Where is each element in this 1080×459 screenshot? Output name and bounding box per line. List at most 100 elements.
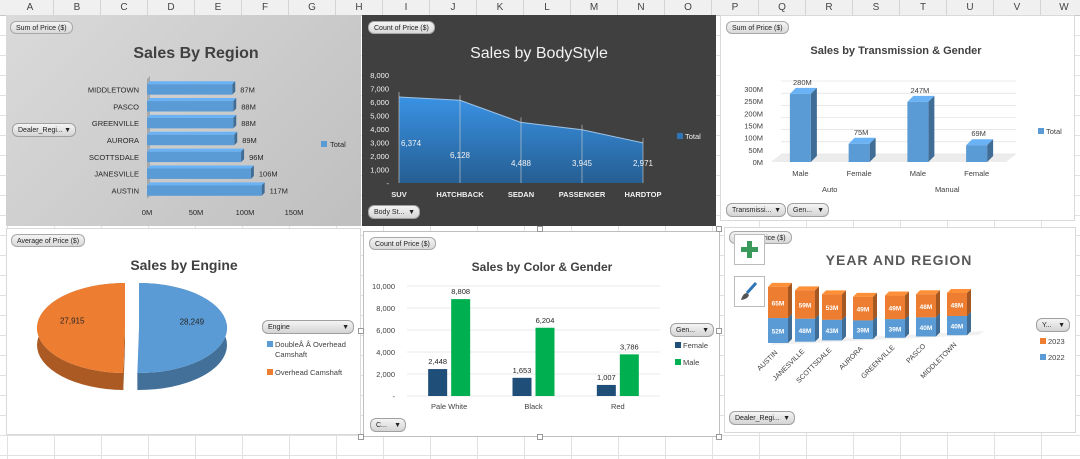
column-letter-V[interactable]: V	[994, 0, 1041, 15]
legend-label: DoubleÂ Â Overhead	[275, 340, 346, 349]
y-tick-label: 2,000	[376, 370, 395, 379]
x-tick-label: 150M	[285, 208, 304, 217]
x-tick-label: Red	[611, 402, 625, 411]
x-tick-label: Female	[847, 169, 872, 178]
group-label: Auto	[822, 185, 837, 194]
chart-title: Sales By Region	[133, 45, 258, 62]
x-tick-label: Black	[524, 402, 543, 411]
x-tick-label: SEDAN	[508, 190, 534, 199]
bar-male-1	[535, 327, 555, 396]
column-letter-R[interactable]: R	[806, 0, 853, 15]
group-label: Manual	[935, 185, 960, 194]
bar-0-side	[810, 87, 817, 162]
brush-icon	[741, 281, 758, 300]
legend-swatch	[1040, 354, 1046, 360]
column-letter-D[interactable]: D	[148, 0, 195, 15]
data-label: 28,249	[180, 317, 205, 326]
x-tick-label: HARDTOP	[625, 190, 662, 199]
x-tick-label: AURORA	[838, 345, 864, 371]
x-tick-label: Pale White	[431, 402, 467, 411]
bar-2023-3-side	[873, 292, 877, 321]
data-label-2023: 65M	[772, 300, 785, 307]
y-tick-label: 100M	[744, 134, 763, 143]
column-letter-S[interactable]: S	[853, 0, 900, 15]
column-letter-I[interactable]: I	[383, 0, 430, 15]
bar-2023-6-top	[947, 288, 971, 293]
data-label: 106M	[259, 170, 278, 179]
year-region-chart-plot: YEAR AND REGION52M65MAUSTIN48M59MJANESVI…	[756, 252, 1065, 385]
bar-female-1	[512, 377, 532, 396]
column-letter-K[interactable]: K	[477, 0, 524, 15]
column-letter-Q[interactable]: Q	[759, 0, 806, 15]
y-tick-label: 250M	[744, 97, 763, 106]
legend-label: Overhead Camshaft	[275, 368, 343, 377]
column-letter-W[interactable]: W	[1041, 0, 1080, 15]
bar-2022-1-side	[815, 314, 819, 342]
sales-by-region-chart[interactable]: Sum of Price ($) Dealer_Regi... ▼ Sales B…	[6, 15, 361, 226]
column-letter-P[interactable]: P	[712, 0, 759, 15]
column-letter-M[interactable]: M	[571, 0, 618, 15]
category-label: SCOTTSDALE	[89, 153, 139, 162]
x-tick-label: HATCHBACK	[436, 190, 484, 199]
column-letter-G[interactable]: G	[289, 0, 336, 15]
y-tick-label: 5,000	[370, 112, 389, 121]
x-tick-label: 0M	[142, 208, 152, 217]
resize-handle[interactable]	[358, 328, 364, 334]
chart-elements-button[interactable]	[734, 234, 765, 265]
legend-label: Female	[683, 341, 708, 350]
sales-by-color-gender-chart[interactable]: Count of Price ($) C... ▼ Gen... ▼ Sales b…	[363, 231, 720, 437]
sales-by-transmission-gender-chart[interactable]: Sum of Price ($) Transmissi... ▼ Gen... ▼ …	[720, 15, 1075, 221]
resize-handle[interactable]	[716, 226, 722, 232]
y-tick-label: 4,000	[370, 125, 389, 134]
bar-2023-2-side	[842, 290, 846, 320]
resize-handle[interactable]	[537, 226, 543, 232]
bar-2-side	[928, 95, 935, 162]
x-tick-label: GREENVILLE	[860, 344, 896, 380]
bar-2	[907, 101, 929, 162]
column-letter-N[interactable]: N	[618, 0, 665, 15]
resize-handle[interactable]	[537, 434, 543, 440]
legend-label: Male	[683, 358, 699, 367]
bar-female-2	[596, 384, 616, 396]
column-letter-J[interactable]: J	[430, 0, 477, 15]
region-chart-plot: Sales By Region MIDDLETOWN 87M PASCO 88M GREE…	[88, 45, 346, 217]
legend-label: 2023	[1048, 337, 1065, 346]
data-label: 88M	[241, 119, 256, 128]
column-letter-B[interactable]: B	[54, 0, 101, 15]
x-tick-label: Male	[792, 169, 808, 178]
data-label-2022: 52M	[772, 329, 785, 336]
bar-2023-1-top	[795, 286, 819, 291]
bar-scottsdale-top	[147, 148, 245, 152]
bar-2022-4-side	[905, 315, 909, 338]
column-letter-F[interactable]: F	[242, 0, 289, 15]
resize-handle[interactable]	[716, 434, 722, 440]
sales-by-bodystyle-chart[interactable]: Count of Price ($) Body St... ▼ Sales by …	[362, 15, 716, 226]
column-letter-E[interactable]: E	[195, 0, 242, 15]
column-letter-O[interactable]: O	[665, 0, 712, 15]
bar-2022-5-side	[936, 313, 940, 337]
year-and-region-chart[interactable]: Sum of Price ($) Y...▼ Dealer_Regi...▼ Y…	[724, 227, 1076, 433]
y-tick-label: 10,000	[372, 282, 395, 291]
column-letter-U[interactable]: U	[947, 0, 994, 15]
data-label: 8,808	[451, 287, 470, 296]
data-label: 1,007	[597, 373, 616, 382]
data-label-2022: 39M	[889, 326, 902, 333]
data-label: 117M	[270, 187, 288, 196]
resize-handle[interactable]	[358, 434, 364, 440]
column-letter-T[interactable]: T	[900, 0, 947, 15]
legend-swatch	[267, 369, 273, 375]
bar-pasco-top	[147, 98, 237, 102]
bar-scottsdale	[147, 151, 242, 163]
bar-2023-6-side	[967, 288, 971, 316]
sales-by-engine-chart[interactable]: Average of Price ($) Engine ▼ Sales by En…	[6, 228, 361, 435]
chart-styles-button[interactable]	[734, 276, 765, 307]
bar-2023-0-top	[768, 282, 792, 287]
column-letter-H[interactable]: H	[336, 0, 383, 15]
legend-swatch	[321, 141, 327, 147]
column-letter-L[interactable]: L	[524, 0, 571, 15]
column-letter-A[interactable]: A	[7, 0, 54, 15]
bar-2023-4-top	[885, 291, 909, 296]
column-letter-C[interactable]: C	[101, 0, 148, 15]
resize-handle[interactable]	[716, 328, 722, 334]
color-chart-plot: Sales by Color & Gender - 2,000 4,000 6,000 8…	[372, 260, 708, 411]
